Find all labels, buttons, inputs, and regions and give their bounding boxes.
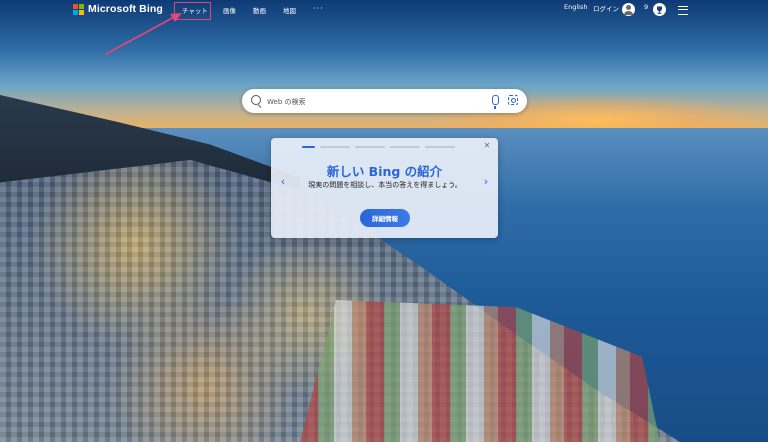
top-bar: Microsoft Bing チャット 画像 動画 地図 ··· English… bbox=[0, 0, 768, 20]
close-icon[interactable]: ✕ bbox=[483, 142, 491, 150]
visual-search-icon[interactable] bbox=[508, 95, 518, 105]
rewards-points[interactable]: 9 bbox=[644, 3, 648, 11]
language-switch[interactable]: English bbox=[564, 3, 587, 11]
brand-name: Microsoft Bing bbox=[88, 3, 163, 15]
carousel-dot[interactable] bbox=[390, 146, 420, 148]
nav-more[interactable]: ··· bbox=[313, 4, 324, 13]
login-link[interactable]: ログイン bbox=[593, 3, 619, 13]
bing-homepage: Microsoft Bing チャット 画像 動画 地図 ··· English… bbox=[0, 0, 768, 442]
chat-annotation-box bbox=[174, 2, 211, 20]
nav-images[interactable]: 画像 bbox=[223, 5, 236, 15]
carousel-dot[interactable] bbox=[425, 146, 455, 148]
microphone-icon[interactable] bbox=[492, 95, 499, 109]
promo-description: 現実の問題を相談し、本当の答えを得ましょう。 bbox=[308, 181, 462, 189]
promo-title: 新しい Bing の紹介 bbox=[326, 164, 443, 179]
search-box[interactable] bbox=[242, 89, 527, 113]
rewards-trophy-icon bbox=[657, 6, 662, 14]
carousel-indicators bbox=[302, 146, 455, 148]
carousel-dot[interactable] bbox=[355, 146, 385, 148]
carousel-dot-active[interactable] bbox=[302, 146, 315, 148]
nav-videos[interactable]: 動画 bbox=[253, 5, 266, 15]
search-input[interactable] bbox=[265, 93, 489, 111]
rewards-icon[interactable] bbox=[653, 3, 666, 16]
new-bing-promo-card: ✕ ‹ › 新しい Bing の紹介 現実の問題を相談し、本当の答えを得ましょう… bbox=[271, 138, 498, 238]
carousel-dot[interactable] bbox=[320, 146, 350, 148]
user-avatar-icon[interactable] bbox=[622, 3, 635, 16]
nav-maps[interactable]: 地図 bbox=[283, 5, 296, 15]
bing-logo[interactable]: Microsoft Bing bbox=[73, 3, 163, 15]
microsoft-logo-icon bbox=[73, 3, 84, 15]
hamburger-menu-icon[interactable] bbox=[678, 6, 688, 15]
search-icon[interactable] bbox=[251, 95, 261, 105]
learn-more-button[interactable]: 詳細情報 bbox=[360, 209, 410, 227]
